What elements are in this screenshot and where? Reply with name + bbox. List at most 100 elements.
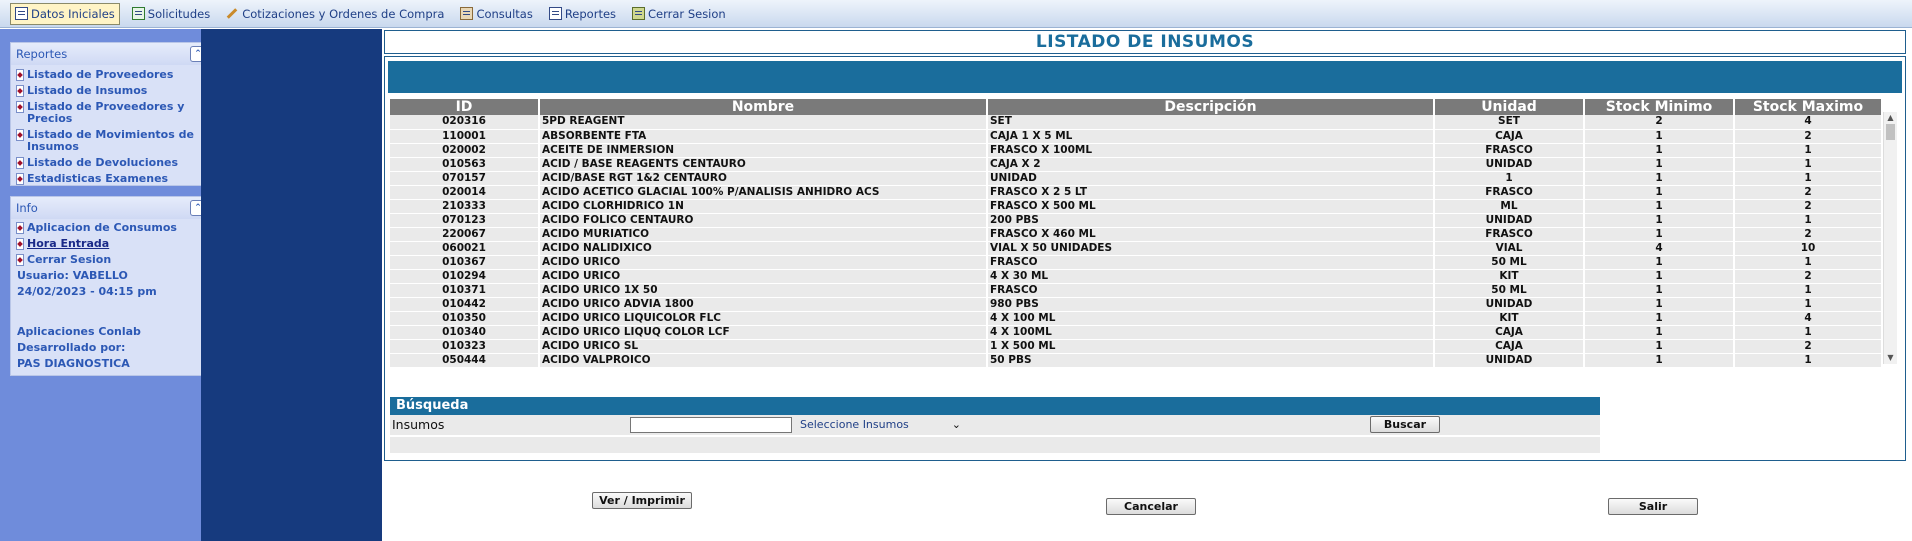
table-cell: ABSORBENTE FTA [539, 129, 988, 144]
table-row[interactable]: 020316 5PD REAGENT SET SET 2 4 [390, 115, 1883, 130]
menu-reportes[interactable]: Reportes [545, 3, 620, 25]
table-row[interactable]: 220067 ACIDO MURIATICO FRASCO X 460 ML FRAS… [390, 227, 1883, 242]
table-cell: 1 [1734, 353, 1883, 368]
table-cell: ACIDO URICO SL [539, 339, 988, 354]
table-cell: 1 [1584, 227, 1735, 242]
table-cell: 200 PBS [987, 213, 1435, 228]
table-cell: ACID / BASE REAGENTS CENTAURO [539, 157, 988, 172]
table-cell: 1 [1584, 185, 1735, 200]
table-cell: ACID/BASE RGT 1&2 CENTAURO [539, 171, 988, 186]
report-link-movimientos[interactable]: Listado de Movimientos de Insumos [16, 127, 210, 155]
table-row[interactable]: 010442 ACIDO URICO ADVIA 1800 980 PBS UNIDA… [390, 297, 1883, 312]
table-row[interactable]: 020014 ACIDO ACETICO GLACIAL 100% P/ANALI… [390, 185, 1883, 200]
insumos-table: ID Nombre Descripción Unidad Stock Minimo Sto… [390, 99, 1883, 368]
report-link-proveedores[interactable]: Listado de Proveedores [16, 67, 210, 83]
table-cell: FRASCO [1434, 227, 1585, 242]
scroll-up-icon[interactable]: ▲ [1884, 112, 1897, 124]
table-cell: ACIDO URICO LIQUICOLOR FLC [539, 311, 988, 326]
report-link-estadisticas[interactable]: Estadisticas Examenes [16, 171, 210, 187]
table-cell: 50 PBS [987, 353, 1435, 368]
table-row[interactable]: 110001 ABSORBENTE FTA CAJA 1 X 5 ML CAJA 1 2 [390, 129, 1883, 144]
table-cell: ACIDO ACETICO GLACIAL 100% P/ANALISIS AN… [539, 185, 988, 200]
table-cell: 1 [1584, 157, 1735, 172]
cancelar-button[interactable]: Cancelar [1106, 498, 1196, 515]
table-cell: ACIDO NALIDIXICO [539, 241, 988, 256]
salir-button[interactable]: Salir [1608, 498, 1698, 515]
user-label: Usuario: VABELLO [17, 269, 128, 282]
report-link-proveedores-precios[interactable]: Listado de Proveedores y Precios [16, 99, 210, 127]
table-row[interactable]: 010323 ACIDO URICO SL 1 X 500 ML CAJA 1 2 [390, 339, 1883, 354]
bullet-icon [16, 69, 24, 81]
menu-consultas[interactable]: Consultas [456, 3, 536, 25]
table-row[interactable]: 010371 ACIDO URICO 1X 50 FRASCO 50 ML 1 1 [390, 283, 1883, 298]
table-cell: 010350 [390, 311, 540, 326]
table-row[interactable]: 060021 ACIDO NALIDIXICO VIAL X 50 UNIDADES… [390, 241, 1883, 256]
info-panel-title: Info [16, 201, 38, 215]
bullet-icon [16, 254, 24, 266]
table-cell: 1 [1734, 325, 1883, 340]
table-row[interactable]: 010340 ACIDO URICO LIQUQ COLOR LCF 4 X 100… [390, 325, 1883, 340]
content-frame: ID Nombre Descripción Unidad Stock Minimo Sto… [384, 56, 1906, 461]
table-row[interactable]: 070157 ACID/BASE RGT 1&2 CENTAURO UNIDAD 1 1… [390, 171, 1883, 186]
table-row[interactable]: 210333 ACIDO CLORHIDRICO 1N FRASCO X 500 M… [390, 199, 1883, 214]
table-cell: ACIDO VALPROICO [539, 353, 988, 368]
table-cell: 50 ML [1434, 255, 1585, 270]
vertical-scrollbar[interactable]: ▲ ▼ [1883, 112, 1897, 364]
bullet-icon [16, 85, 24, 97]
table-row[interactable]: 020002 ACEITE DE INMERSION FRASCO X 100ML F… [390, 143, 1883, 158]
report-link-devoluciones[interactable]: Listado de Devoluciones [16, 155, 210, 171]
table-cell: 050444 [390, 353, 540, 368]
table-cell: 4 X 100ML [987, 325, 1435, 340]
menu-label: Reportes [564, 6, 617, 21]
datetime-label: 24/02/2023 - 04:15 pm [17, 285, 157, 298]
insumos-grid[interactable]: ID Nombre Descripción Unidad Stock Minimo Sto… [390, 99, 1900, 369]
table-cell: FRASCO X 500 ML [987, 199, 1435, 214]
buscar-button[interactable]: Buscar [1370, 416, 1440, 433]
table-cell: FRASCO X 100ML [987, 143, 1435, 158]
info-link-cerrar-sesion[interactable]: Cerrar Sesion [16, 252, 210, 268]
info-link-hora-entrada[interactable]: Hora Entrada [16, 236, 210, 252]
table-cell: ACIDO URICO [539, 255, 988, 270]
column-header: ID [390, 99, 540, 115]
column-header: Nombre [539, 99, 988, 115]
table-row[interactable]: 010350 ACIDO URICO LIQUICOLOR FLC 4 X 100 … [390, 311, 1883, 326]
table-cell: 980 PBS [987, 297, 1435, 312]
menu-solicitudes[interactable]: Solicitudes [128, 3, 214, 25]
menu-datos-iniciales[interactable]: Datos Iniciales [10, 2, 120, 25]
report-icon [548, 7, 562, 20]
report-link-insumos[interactable]: Listado de Insumos [16, 83, 210, 99]
table-row[interactable]: 010294 ACIDO URICO 4 X 30 ML KIT 1 2 [390, 269, 1883, 284]
column-header: Descripción [987, 99, 1435, 115]
insumos-search-input[interactable] [630, 417, 792, 433]
menu-label: Cotizaciones y Ordenes de Compra [242, 6, 445, 21]
table-cell: 010563 [390, 157, 540, 172]
table-cell: 1 [1584, 297, 1735, 312]
insumos-select[interactable]: Seleccione Insumos ⌄ [800, 417, 965, 433]
info-panel-header: Info ⌃ [11, 197, 210, 219]
table-cell: 1 [1584, 311, 1735, 326]
table-cell: SET [987, 115, 1435, 130]
computer-icon [460, 7, 474, 20]
page-title: LISTADO DE INSUMOS [384, 30, 1906, 54]
info-link-consumos[interactable]: Aplicacion de Consumos [16, 220, 210, 236]
table-cell: 210333 [390, 199, 540, 214]
reportes-panel-header: Reportes ⌃ [11, 43, 210, 65]
book-icon [15, 7, 28, 20]
table-row[interactable]: 010563 ACID / BASE REAGENTS CENTAURO CAJA … [390, 157, 1883, 172]
table-row[interactable]: 050444 ACIDO VALPROICO 50 PBS UNIDAD 1 1 [390, 353, 1883, 368]
table-row[interactable]: 010367 ACIDO URICO FRASCO 50 ML 1 1 [390, 255, 1883, 270]
scroll-down-icon[interactable]: ▼ [1884, 352, 1897, 364]
busqueda-title: Búsqueda [390, 397, 1600, 415]
table-cell: 5PD REAGENT [539, 115, 988, 130]
main-content: LISTADO DE INSUMOS ID Nombre Descripción Un… [382, 29, 1912, 541]
menu-cerrar-sesion[interactable]: Cerrar Sesion [628, 3, 730, 25]
blue-spacer-column [201, 29, 382, 541]
table-cell: ACIDO URICO [539, 269, 988, 284]
menu-cotizaciones[interactable]: Cotizaciones y Ordenes de Compra [222, 3, 448, 25]
table-row[interactable]: 070123 ACIDO FOLICO CENTAURO 200 PBS UNIDAD… [390, 213, 1883, 228]
table-cell: CAJA [1434, 339, 1585, 354]
ver-imprimir-button[interactable]: Ver / Imprimir [592, 492, 692, 509]
reportes-panel-title: Reportes [16, 47, 68, 61]
scroll-thumb[interactable] [1886, 124, 1895, 140]
reportes-panel: Reportes ⌃ Listado de Proveedores Listad… [10, 42, 211, 186]
